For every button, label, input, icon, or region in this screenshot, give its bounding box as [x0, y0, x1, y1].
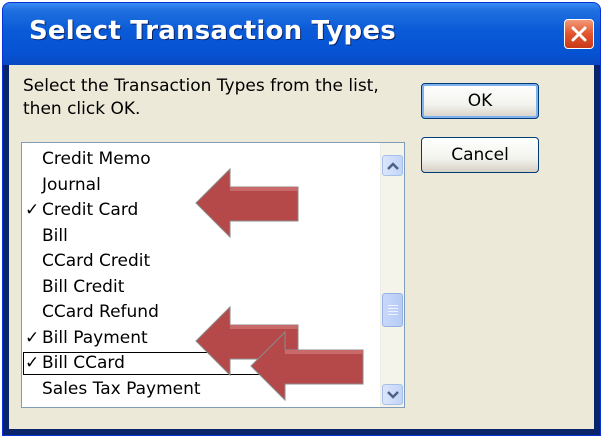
- title-bar[interactable]: Select Transaction Types: [3, 3, 600, 65]
- scroll-thumb[interactable]: [382, 293, 403, 327]
- annotation-arrow-icon: [250, 330, 364, 402]
- list-item-label: Bill Payment: [42, 327, 148, 348]
- annotation-arrow-icon: [195, 167, 299, 239]
- cancel-button[interactable]: Cancel: [421, 137, 539, 173]
- list-item[interactable]: Credit Memo: [22, 147, 362, 173]
- scroll-up-button[interactable]: [382, 155, 403, 176]
- list-item-label: CCard Refund: [42, 302, 159, 322]
- list-item-label: Bill: [42, 225, 68, 246]
- list-item-label: Credit Card: [42, 200, 139, 220]
- close-button[interactable]: [564, 19, 594, 49]
- dialog-window: Select Transaction Types Select the Tran…: [2, 2, 601, 436]
- list-item[interactable]: CCard Credit: [22, 249, 362, 275]
- list-item[interactable]: Journal: [22, 173, 362, 199]
- close-icon: [571, 26, 587, 42]
- scroll-down-button[interactable]: [382, 384, 403, 405]
- ok-button[interactable]: OK: [421, 83, 539, 119]
- checkmark-icon: ✓: [25, 200, 40, 220]
- list-item[interactable]: Bill Credit: [22, 275, 362, 301]
- list-item[interactable]: ✓ Credit Card: [22, 198, 362, 224]
- checkmark-icon: ✓: [25, 353, 40, 373]
- list-item[interactable]: CCard Refund: [22, 300, 362, 326]
- dialog-body: Select the Transaction Types from the li…: [9, 65, 594, 429]
- list-item-label: CCard Credit: [42, 251, 151, 271]
- checkmark-icon: ✓: [25, 327, 40, 348]
- instructions-text: Select the Transaction Types from the li…: [23, 76, 379, 119]
- dialog-title: Select Transaction Types: [29, 16, 396, 46]
- list-item-label: Journal: [42, 174, 101, 195]
- list-item-label: Sales Tax Payment: [42, 378, 201, 399]
- vertical-scrollbar[interactable]: [380, 143, 404, 407]
- list-item-label: Bill CCard: [42, 353, 125, 373]
- chevron-down-icon: [387, 391, 399, 399]
- list-item-label: Credit Memo: [42, 149, 151, 169]
- list-item[interactable]: Bill: [22, 224, 362, 250]
- list-item-label: Bill Credit: [42, 276, 125, 297]
- chevron-up-icon: [387, 162, 399, 170]
